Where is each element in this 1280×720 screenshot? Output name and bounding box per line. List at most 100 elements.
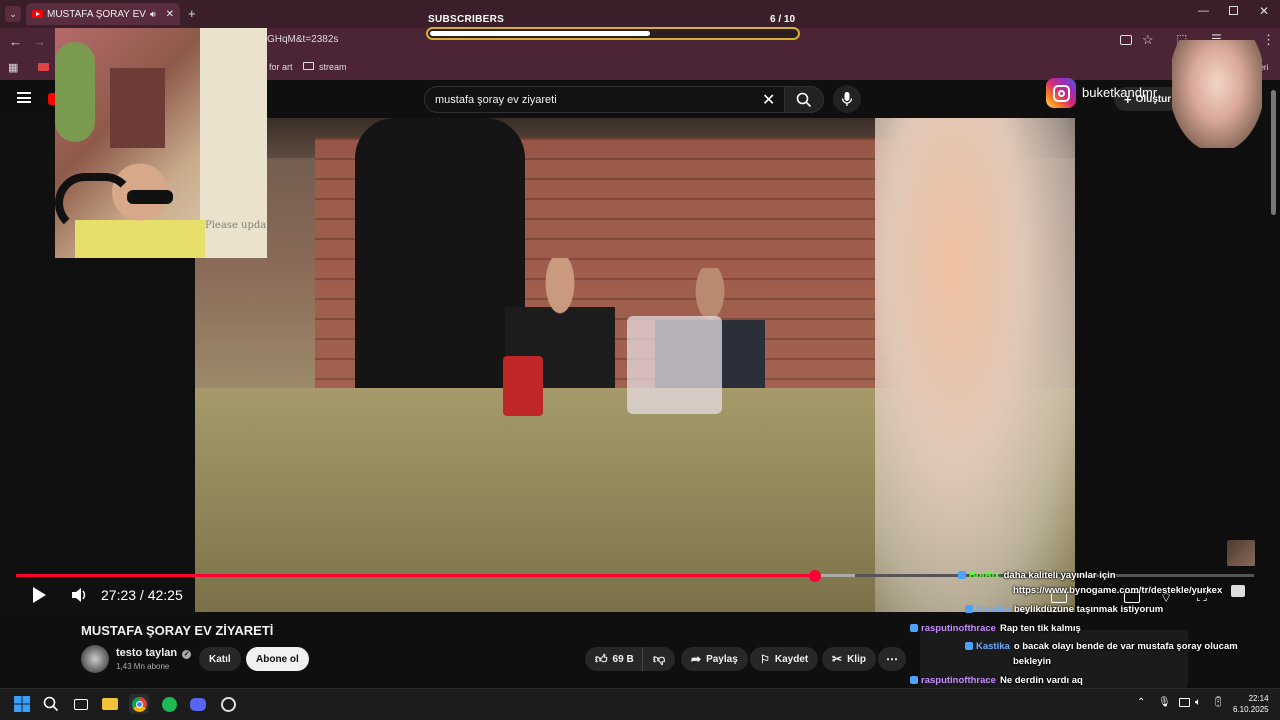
clock-date: 6.10.2025 (1233, 705, 1269, 714)
video-letterbox-right (1075, 118, 1280, 612)
verified-icon: ✓ (182, 650, 192, 659)
folder-icon (303, 62, 314, 70)
chat-message-text: Ne derdin vardı aq (999, 675, 1083, 686)
subscribers-goal-count: 6 / 10 (770, 14, 796, 25)
gmail-icon[interactable] (38, 63, 49, 71)
clear-search-icon[interactable]: ✕ (762, 90, 775, 110)
like-button[interactable]: 👍︎ 69 B (585, 647, 644, 671)
file-explorer-icon[interactable] (100, 694, 120, 714)
instagram-icon (1046, 78, 1076, 108)
volume-icon[interactable] (70, 586, 88, 604)
forward-arrow-icon[interactable]: → (33, 34, 46, 49)
subscribers-goal-bar (426, 27, 800, 40)
bookmark-star-icon[interactable]: ☆ (1142, 32, 1154, 48)
subscriber-count: 1,43 Mn abone (116, 662, 170, 671)
save-label: Kaydet (774, 653, 809, 665)
minimize-window-button[interactable]: — (1198, 5, 1209, 17)
new-tab-button[interactable]: + (188, 6, 196, 21)
task-view-icon[interactable] (71, 694, 91, 714)
webcam-overlay: Please update stream l (55, 28, 267, 258)
youtube-favicon-icon (32, 10, 43, 18)
tray-network-icon[interactable] (1179, 698, 1190, 707)
more-actions-button[interactable]: ⋯ (878, 647, 906, 671)
tray-volume-icon[interactable]: 🔈︎ (1195, 697, 1201, 708)
subscribers-goal-label: SUBSCRIBERS (428, 14, 505, 25)
clip-label: Klip (847, 653, 866, 665)
menu-dots-icon[interactable]: ⋮ (1262, 32, 1275, 48)
search-button[interactable] (784, 86, 824, 113)
chrome-icon[interactable] (129, 694, 149, 714)
restore-window-button[interactable] (1229, 6, 1238, 15)
more-dots-icon: ⋯ (886, 652, 898, 666)
discord-icon[interactable] (188, 694, 208, 714)
chat-message: https://www.bynogame.com/tr/destekle/yur… (1013, 585, 1222, 596)
chat-username: BotRix (969, 570, 1000, 581)
chat-message-text: o bacak olayı bende de var mustafa şoray… (1013, 641, 1238, 652)
browser-tab-active[interactable]: MUSTAFA ŞORAY EV ZİYARE 🔊︎ ✕ (26, 3, 180, 25)
close-window-button[interactable]: ✕ (1259, 4, 1269, 18)
instagram-handle: buketkandmr (1082, 85, 1158, 100)
webcam-wall-poster (110, 68, 165, 148)
cast-icon[interactable] (1120, 35, 1132, 45)
bookmark-stream[interactable]: stream (319, 62, 347, 72)
chat-message-text: beylikdüzüne taşınmak istiyorum (1013, 604, 1164, 615)
tray-battery-icon[interactable]: 🔋︎ (1212, 697, 1225, 708)
chat-user-badge-icon (910, 676, 918, 685)
system-clock[interactable]: 22:14 6.10.2025 (1233, 693, 1269, 715)
chat-user-badge-icon (910, 624, 918, 633)
like-count: 69 B (612, 653, 634, 665)
obs-icon[interactable] (218, 694, 238, 714)
chat-message-text: https://www.bynogame.com/tr/destekle/yur… (1013, 585, 1223, 596)
webcam-alien-poster (55, 42, 95, 142)
windows-start-icon[interactable] (12, 694, 32, 714)
subscribers-goal-fill (430, 31, 650, 36)
apps-grid-icon[interactable]: ▦ (8, 61, 18, 74)
tab-list-button[interactable]: ⌄ (5, 6, 21, 22)
chat-user-badge-icon (965, 605, 973, 614)
tab-close-icon[interactable]: ✕ (166, 9, 174, 20)
search-query-text: mustafa şoray ev ziyareti (435, 93, 557, 106)
share-button[interactable]: ➦ Paylaş (681, 647, 748, 671)
tray-mic-icon[interactable]: 🎙︎ (1158, 697, 1171, 708)
share-label: Paylaş (706, 653, 738, 665)
webcam-sunglasses (127, 190, 173, 204)
hamburger-menu-icon[interactable] (17, 92, 31, 103)
chat-user-badge-icon (958, 571, 966, 580)
join-button[interactable]: Katıl (199, 647, 241, 671)
search-icon (796, 92, 812, 108)
taskbar-search-icon[interactable] (41, 694, 61, 714)
video-soda-can (503, 356, 543, 416)
scissors-icon: ✂ (832, 652, 843, 666)
tray-chevron-icon[interactable]: ⌃ (1137, 697, 1145, 708)
chat-message-text: daha kaliteli yayınlar için (1003, 570, 1116, 581)
dislike-button[interactable]: 👎︎ (642, 647, 676, 671)
spotify-icon[interactable] (159, 694, 179, 714)
channel-avatar[interactable] (81, 645, 109, 673)
chat-message: Kastika o bacak olayı bende de var mustaf… (965, 641, 1238, 652)
bookmark-for-art[interactable]: for art (269, 62, 293, 72)
chat-message-text: bekleyin (1013, 656, 1052, 667)
tab-title: MUSTAFA ŞORAY EV ZİYARE (47, 8, 146, 20)
subscribe-button[interactable]: Abone ol (246, 647, 309, 671)
url-field[interactable]: GHqM&t=2382s (267, 34, 338, 45)
chat-username: rasputinofthrace (921, 675, 996, 686)
time-display: 27:23 / 42:25 (101, 587, 183, 603)
tab-audio-icon[interactable]: 🔊︎ (150, 9, 156, 20)
progress-bar-played (16, 574, 815, 577)
voice-search-button[interactable] (833, 85, 861, 113)
thumbs-down-icon: 👎︎ (653, 651, 666, 666)
share-icon: ➦ (691, 652, 702, 666)
webcam-overlay-text: Please update stream l (205, 220, 267, 231)
chat-username: rasputinofthrace (921, 623, 996, 634)
chat-user-badge-icon (965, 642, 973, 651)
chat-message: BotRix daha kaliteli yayınlar için (958, 570, 1116, 581)
channel-name[interactable]: testo taylan ✓ (116, 647, 192, 659)
play-icon[interactable] (30, 586, 48, 604)
back-arrow-icon[interactable]: ← (9, 34, 22, 49)
video-player[interactable] (195, 118, 1075, 612)
chat-streamer-thumbnail (1227, 540, 1255, 566)
save-button[interactable]: ⚐ Kaydet (750, 647, 819, 671)
chat-message: rasputinofthrace Ne derdin vardı aq (910, 675, 1083, 686)
page-scrollbar[interactable] (1271, 90, 1276, 215)
clip-button[interactable]: ✂ Klip (822, 647, 876, 671)
